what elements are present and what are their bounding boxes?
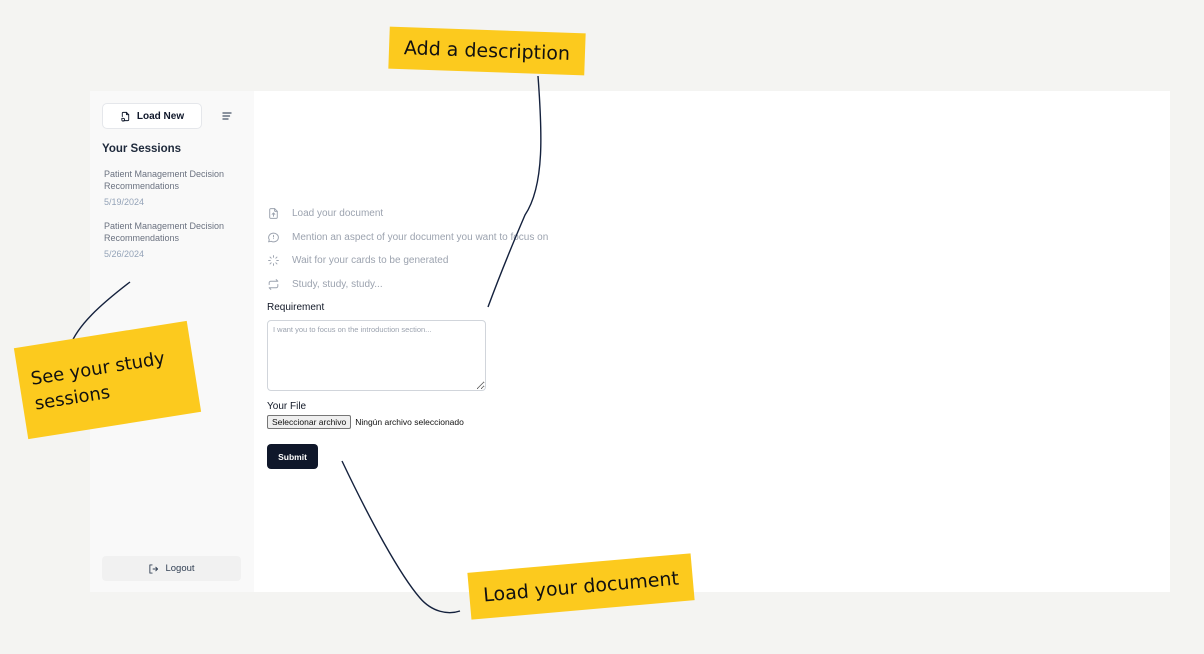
logout-icon [149,563,159,574]
load-new-button[interactable]: Load New [102,103,202,129]
app-window: Load New Your Sessions Patient Managemen… [90,91,1170,592]
session-item[interactable]: Patient Management Decision Recommendati… [104,220,244,260]
session-date: 5/19/2024 [104,197,145,207]
step-item: Wait for your cards to be generated [267,249,548,273]
step-label: Mention an aspect of your document you w… [292,231,549,243]
sessions-title: Your Sessions [102,143,182,155]
session-date: 5/26/2024 [104,249,145,259]
step-label: Wait for your cards to be generated [292,255,449,267]
steps-list: Load your document Mention an aspect of … [267,202,548,296]
logout-label: Logout [165,563,195,574]
step-item: Study, study, study... [267,273,548,297]
step-label: Study, study, study... [292,278,383,290]
message-circle-icon [268,232,279,243]
requirement-textarea[interactable] [267,320,486,391]
session-item[interactable]: Patient Management Decision Recommendati… [104,168,244,208]
file-status: Ningún archivo seleccionado [355,417,464,427]
menu-icon[interactable] [220,109,234,123]
step-label: Load your document [292,208,384,220]
file-input: Seleccionar archivo Ningún archivo selec… [267,415,464,429]
choose-file-button[interactable]: Seleccionar archivo [267,415,352,429]
description-note: Add a description [388,26,586,76]
step-item: Load your document [267,202,548,226]
loader-icon [268,255,279,267]
file-upload-icon [269,208,278,220]
step-item: Mention an aspect of your document you w… [267,226,548,250]
session-title: Patient Management Decision Recommendati… [104,221,225,243]
submit-button[interactable]: Submit [267,444,318,469]
main-panel: Load your document Mention an aspect of … [254,91,1170,592]
load-new-label: Load New [136,110,185,122]
requirement-label: Requirement [267,302,325,313]
repeat-icon [268,278,279,290]
logout-button[interactable]: Logout [102,556,241,581]
file-label: Your File [267,401,307,412]
session-title: Patient Management Decision Recommendati… [104,169,225,191]
file-reload-icon [121,111,130,122]
